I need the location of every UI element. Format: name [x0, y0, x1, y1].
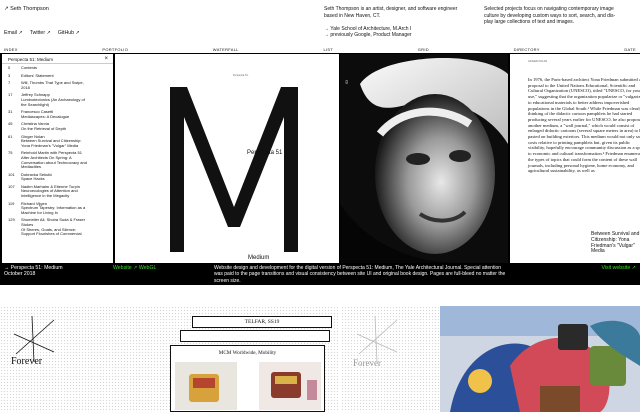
- contents-list: 0 Contents 3 Editors' Statement 7 Will, Thumb…: [2, 64, 113, 242]
- contents-item[interactable]: 75 Reinhold Martin with Perspecta 51 Afte…: [8, 150, 107, 170]
- contents-item-page: 7: [8, 80, 11, 86]
- contents-header: Perspecta 51: Medium ×: [2, 54, 113, 64]
- contents-item-title: Editors' Statement: [21, 72, 54, 78]
- forever-logo-faded-icon: [356, 315, 398, 363]
- article-caption: Between Survival and Citizenship: Yona F…: [591, 231, 640, 255]
- focus-text: Selected projects focus on navigating co…: [484, 6, 616, 25]
- contents-item-page: 17: [8, 92, 13, 98]
- article-running-head: GINGER NOLAN: [528, 60, 548, 63]
- contact-links: Email ↗ Twitter ↗ GitHub ↗: [4, 30, 80, 36]
- portrait-image: [340, 54, 508, 263]
- cover-tag: Perspecta 51 ·: [233, 74, 250, 77]
- contents-item[interactable]: 129 Shumeller Ali, Shoira Suda & Fraser S…: [8, 218, 107, 236]
- forever-wordmark: Forever: [11, 356, 43, 367]
- github-link[interactable]: GitHub ↗: [58, 30, 80, 36]
- cover-title: Perspecta 51: [247, 150, 283, 156]
- project-description: Website design and development for the d…: [214, 265, 506, 284]
- contents-item-title: Francesco Casetti Mediascapes: A Decalog…: [21, 109, 70, 119]
- contents-item-page: 107: [8, 183, 15, 189]
- forever-gallery-tile[interactable]: Forever: [341, 306, 640, 412]
- stacked-card[interactable]: [180, 330, 330, 342]
- contents-item[interactable]: 17 Jeffrey Schnapp Luminotectonics (An Ar…: [8, 93, 107, 107]
- contents-item-title: Ginger Nolan Between Survival and Citize…: [21, 133, 82, 148]
- website-webgl-link[interactable]: Website ↗ WebGL: [113, 265, 156, 271]
- slide-counter: 1 / 5: [230, 288, 240, 294]
- contents-item-page: 101: [8, 171, 15, 177]
- mcm-card[interactable]: MCM Worldwide, Mobility: [170, 345, 325, 412]
- contents-item[interactable]: 3 Editors' Statement: [8, 72, 107, 79]
- close-icon[interactable]: ×: [104, 56, 108, 62]
- photo-page-number: 63: [345, 80, 349, 84]
- contents-item[interactable]: 119 Richard Vijgen Spectrum Tapestry: Inf…: [8, 200, 107, 216]
- bio-text: Seth Thompson is an artist, designer, an…: [324, 6, 458, 38]
- gallery-photo: [440, 306, 640, 412]
- m-glyph: [170, 87, 298, 252]
- contents-item-title: Dubravka Sekulić Space Hacks: [21, 171, 53, 182]
- slide-pager: ← 1 / 5 →: [221, 288, 249, 294]
- contents-item-page: 45: [8, 121, 13, 127]
- contents-item-page: 31: [8, 109, 13, 115]
- cover-page: Perspecta 51 · Perspecta 51 Medium: [115, 54, 339, 263]
- portrait-photo: 63: [340, 54, 508, 263]
- mcm-product-image: [175, 362, 321, 410]
- contents-item-title: Will, Thumbs That Type and Swipe, 2018: [21, 80, 84, 90]
- contents-item[interactable]: 107 Nadim Marhaim & Etienne Turpin Neuroe…: [8, 183, 107, 199]
- cover-medium: Medium: [248, 255, 270, 261]
- article-body: In 1976, the Paris-based architect Yona …: [528, 77, 640, 174]
- contents-item-title: Contents: [21, 65, 38, 70]
- contents-item-page: 129: [8, 217, 15, 223]
- contents-item[interactable]: 45 Christina Varvia On the Retrieval of D…: [8, 121, 107, 131]
- contents-item[interactable]: 7 Will, Thumbs That Type and Swipe, 2018: [8, 80, 107, 90]
- twitter-link[interactable]: Twitter ↗: [30, 30, 51, 36]
- contents-item-title: Nadim Marhaim & Etienne Turpin Neuroecol…: [21, 183, 80, 199]
- contents-item-page: 0: [8, 65, 11, 70]
- email-link[interactable]: Email ↗: [4, 30, 23, 36]
- m-glyph-shape: [170, 87, 298, 252]
- telfar-card[interactable]: TELFAR, SS19: [192, 316, 332, 328]
- contents-item-title: Jeffrey Schnapp Luminotectonics (An Arch…: [21, 92, 85, 107]
- next-slide-button[interactable]: →: [244, 288, 249, 294]
- project-meta: → Perspecta 51: Medium October 2018: [4, 265, 63, 278]
- visit-website-link[interactable]: Visit website ↗: [601, 265, 636, 271]
- contents-panel: Perspecta 51: Medium × 0 Contents 3 Editors…: [2, 54, 113, 263]
- project-date: October 2018: [4, 271, 36, 278]
- mcm-card-label: MCM Worldwide, Mobility: [218, 350, 277, 356]
- forever-faded-wordmark: Forever: [353, 358, 381, 368]
- contents-item-title: Reinhold Martin with Perspecta 51 After …: [21, 150, 87, 170]
- contents-item[interactable]: 61 Ginger Nolan Between Survival and Citi…: [8, 133, 107, 149]
- contents-item[interactable]: 31 Francesco Casetti Mediascapes: A Decal…: [8, 109, 107, 119]
- contents-item-title: Christina Varvia On the Retrieval of Dep…: [21, 121, 67, 131]
- contents-item-page: 61: [8, 133, 13, 139]
- article-page: GINGER NOLAN In 1976, the Paris-based ar…: [510, 54, 640, 263]
- site-header: ↗ Seth Thompson Email ↗ Twitter ↗ GitHub…: [0, 0, 640, 47]
- site-name-link[interactable]: ↗ Seth Thompson: [4, 6, 49, 12]
- contents-item-title: Richard Vijgen Spectrum Tapestry: Inform…: [21, 200, 86, 215]
- prev-slide-button[interactable]: ←: [221, 288, 226, 294]
- contents-title: Perspecta 51: Medium: [8, 57, 54, 62]
- contents-item[interactable]: 0 Contents: [8, 65, 107, 71]
- forever-logo-icon: [13, 315, 55, 363]
- contents-item-title: Shumeller Ali, Shoira Suda & Fraser Stok…: [21, 217, 86, 237]
- contents-item[interactable]: 101 Dubravka Sekulić Space Hacks: [8, 171, 107, 182]
- contents-item-page: 3: [8, 72, 11, 78]
- contents-item-page: 119: [8, 200, 15, 206]
- contents-item-page: 75: [8, 150, 13, 156]
